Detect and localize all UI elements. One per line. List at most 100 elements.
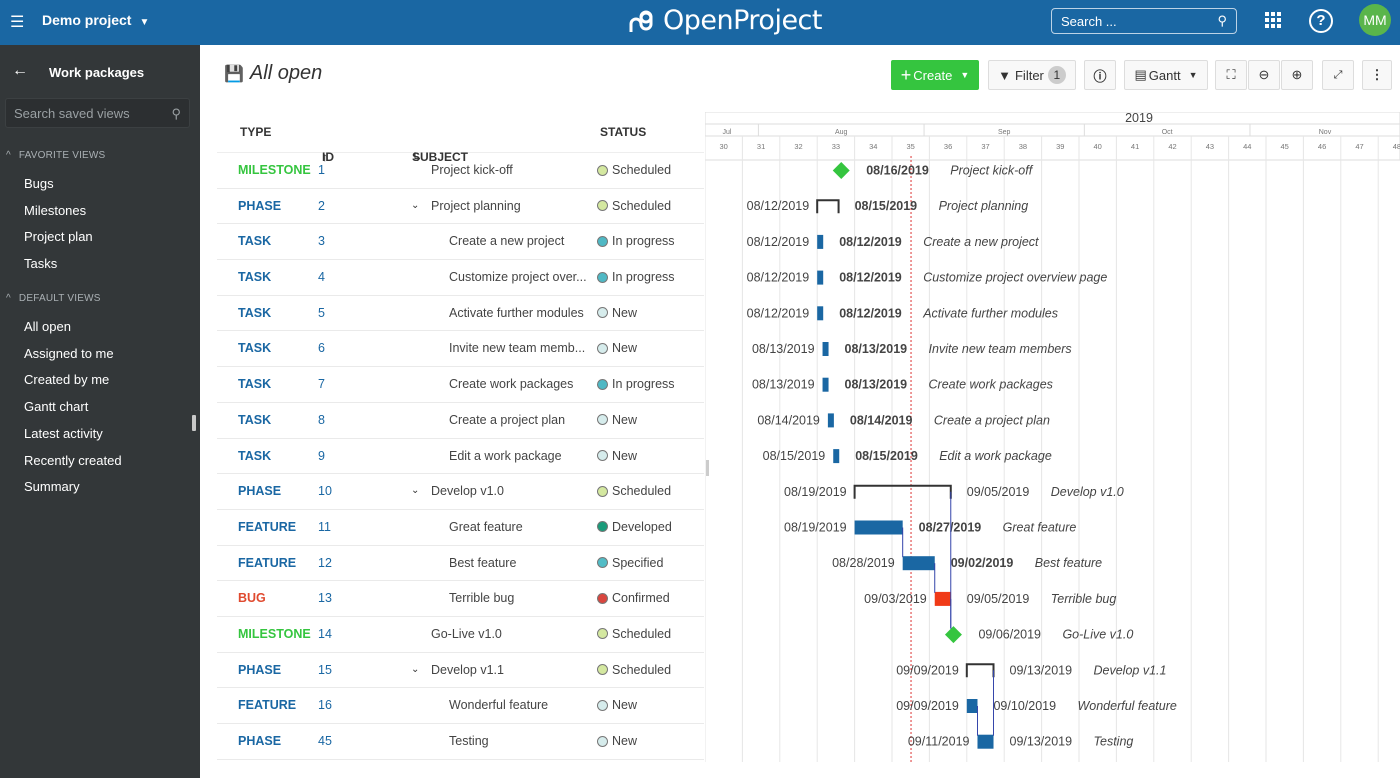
status-cell[interactable]: In progress bbox=[597, 234, 675, 248]
id-link[interactable]: 45 bbox=[318, 734, 332, 748]
status-cell[interactable]: New bbox=[597, 306, 637, 320]
task-bar[interactable] bbox=[854, 520, 903, 535]
id-link[interactable]: 15 bbox=[318, 663, 332, 677]
table-row[interactable]: BUG 13 Terrible bug Confirmed bbox=[217, 581, 704, 617]
filter-button[interactable]: ▼ Filter 1 bbox=[988, 60, 1076, 90]
table-row[interactable]: TASK 3 Create a new project In progress bbox=[217, 224, 704, 261]
sidebar-item-recently-created[interactable]: Recently created bbox=[24, 453, 122, 468]
subject-cell[interactable]: Best feature bbox=[449, 556, 516, 570]
id-link[interactable]: 5 bbox=[318, 306, 325, 320]
sidebar-item-all-open[interactable]: All open bbox=[24, 319, 71, 334]
subject-cell[interactable]: Terrible bug bbox=[449, 591, 514, 605]
status-cell[interactable]: Scheduled bbox=[597, 199, 671, 213]
sidebar-item-project-plan[interactable]: Project plan bbox=[24, 229, 93, 244]
help-icon[interactable]: ? bbox=[1309, 9, 1333, 33]
sidebar-item-summary[interactable]: Summary bbox=[24, 479, 80, 494]
default-views-header[interactable]: ^ DEFAULT VIEWS bbox=[6, 293, 101, 304]
bug-bar[interactable] bbox=[934, 591, 951, 606]
subject-cell[interactable]: Create work packages bbox=[449, 377, 573, 391]
status-cell[interactable]: New bbox=[597, 341, 637, 355]
id-link[interactable]: 1 bbox=[318, 163, 325, 177]
phase-bracket[interactable] bbox=[816, 199, 840, 214]
task-bar[interactable] bbox=[817, 306, 824, 321]
search-icon[interactable]: ⚲ bbox=[1217, 13, 1227, 29]
id-link[interactable]: 9 bbox=[318, 449, 325, 463]
saved-views-search-input[interactable]: Search saved views ⚲ bbox=[5, 98, 190, 128]
table-row[interactable]: FEATURE 16 Wonderful feature New bbox=[217, 688, 704, 724]
task-bar[interactable] bbox=[833, 449, 840, 464]
table-row[interactable]: MILESTONE 14 Go-Live v1.0 Scheduled bbox=[217, 617, 704, 653]
id-link[interactable]: 16 bbox=[318, 698, 332, 712]
table-row[interactable]: PHASE 15 ⌄ Develop v1.1 Scheduled bbox=[217, 653, 704, 689]
collapse-chevron-icon[interactable]: ⌄ bbox=[411, 485, 419, 496]
table-row[interactable]: PHASE 10 ⌄ Develop v1.0 Scheduled bbox=[217, 474, 704, 510]
id-link[interactable]: 12 bbox=[318, 556, 332, 570]
back-arrow-icon[interactable]: ← bbox=[12, 62, 28, 80]
subject-cell[interactable]: Testing bbox=[449, 734, 489, 748]
modules-grid-icon[interactable] bbox=[1265, 12, 1281, 28]
status-cell[interactable]: Scheduled bbox=[597, 663, 671, 677]
sidebar-item-gantt-chart[interactable]: Gantt chart bbox=[24, 399, 88, 414]
status-cell[interactable]: Scheduled bbox=[597, 484, 671, 498]
id-link[interactable]: 2 bbox=[318, 199, 325, 213]
sidebar-item-latest-activity[interactable]: Latest activity bbox=[24, 426, 103, 441]
subject-cell[interactable]: Invite new team memb... bbox=[449, 341, 585, 355]
gantt-view-button[interactable]: ▤ Gantt ▼ bbox=[1124, 60, 1208, 90]
status-cell[interactable]: Specified bbox=[597, 556, 663, 570]
phase-bracket[interactable] bbox=[965, 663, 995, 678]
subject-cell[interactable]: Develop v1.1 bbox=[431, 663, 504, 677]
id-link[interactable]: 6 bbox=[318, 341, 325, 355]
status-cell[interactable]: New bbox=[597, 734, 637, 748]
collapse-chevron-icon[interactable]: ⌄ bbox=[411, 664, 419, 675]
id-link[interactable]: 13 bbox=[318, 591, 332, 605]
subject-cell[interactable]: Edit a work package bbox=[449, 449, 562, 463]
task-bar[interactable] bbox=[827, 413, 834, 428]
table-row[interactable]: TASK 6 Invite new team memb... New bbox=[217, 331, 704, 368]
status-cell[interactable]: New bbox=[597, 413, 637, 427]
status-cell[interactable]: New bbox=[597, 449, 637, 463]
openproject-logo[interactable]: OpenProject bbox=[627, 5, 823, 36]
details-view-button[interactable]: ⓘ bbox=[1084, 60, 1116, 90]
status-cell[interactable]: In progress bbox=[597, 377, 675, 391]
subject-cell[interactable]: Create a new project bbox=[449, 234, 564, 248]
zoom-auto-button[interactable]: ⛶ bbox=[1215, 60, 1247, 90]
id-link[interactable]: 8 bbox=[318, 413, 325, 427]
status-cell[interactable]: Confirmed bbox=[597, 591, 670, 605]
sidebar-resize-handle[interactable] bbox=[192, 415, 196, 431]
zoom-in-button[interactable]: ⊕ bbox=[1281, 60, 1313, 90]
subject-cell[interactable]: Activate further modules bbox=[449, 306, 584, 320]
subject-cell[interactable]: Great feature bbox=[449, 520, 523, 534]
id-link[interactable]: 10 bbox=[318, 484, 332, 498]
status-cell[interactable]: Developed bbox=[597, 520, 672, 534]
project-selector[interactable]: Demo project ▼ bbox=[42, 12, 149, 28]
subject-cell[interactable]: Create a project plan bbox=[449, 413, 565, 427]
favorite-views-header[interactable]: ^ FAVORITE VIEWS bbox=[6, 150, 105, 161]
task-bar[interactable] bbox=[902, 556, 935, 571]
sidebar-item-assigned-to-me[interactable]: Assigned to me bbox=[24, 346, 114, 361]
sidebar-item-milestones[interactable]: Milestones bbox=[24, 203, 86, 218]
subject-cell[interactable]: Wonderful feature bbox=[449, 698, 548, 712]
subject-cell[interactable]: Project kick-off bbox=[431, 163, 513, 177]
status-cell[interactable]: New bbox=[597, 698, 637, 712]
table-row[interactable]: TASK 7 Create work packages In progress bbox=[217, 367, 704, 403]
task-bar[interactable] bbox=[977, 734, 994, 749]
table-row[interactable]: TASK 5 Activate further modules New bbox=[217, 296, 704, 332]
table-row[interactable]: TASK 4 Customize project over... In progres… bbox=[217, 260, 704, 296]
task-bar[interactable] bbox=[817, 234, 824, 249]
create-button[interactable]: + Create ▼ bbox=[891, 60, 979, 90]
subject-cell[interactable]: Go-Live v1.0 bbox=[431, 627, 502, 641]
milestone-diamond[interactable] bbox=[832, 162, 850, 179]
table-row[interactable]: MILESTONE 1 Project kick-off Scheduled bbox=[217, 153, 704, 189]
column-header-status[interactable]: STATUS bbox=[600, 125, 646, 139]
global-search-input[interactable]: Search ... ⚲ bbox=[1051, 8, 1237, 34]
fullscreen-button[interactable]: ⤢ bbox=[1322, 60, 1354, 90]
status-cell[interactable]: Scheduled bbox=[597, 163, 671, 177]
hamburger-menu-icon[interactable]: ☰ bbox=[10, 12, 24, 32]
subject-cell[interactable]: Customize project over... bbox=[449, 270, 587, 284]
id-link[interactable]: 7 bbox=[318, 377, 325, 391]
table-row[interactable]: PHASE 2 ⌄ Project planning Scheduled bbox=[217, 189, 704, 225]
task-bar[interactable] bbox=[822, 342, 829, 356]
id-link[interactable]: 11 bbox=[318, 520, 331, 534]
id-link[interactable]: 4 bbox=[318, 270, 325, 284]
table-row[interactable]: PHASE 45 Testing New bbox=[217, 724, 704, 760]
